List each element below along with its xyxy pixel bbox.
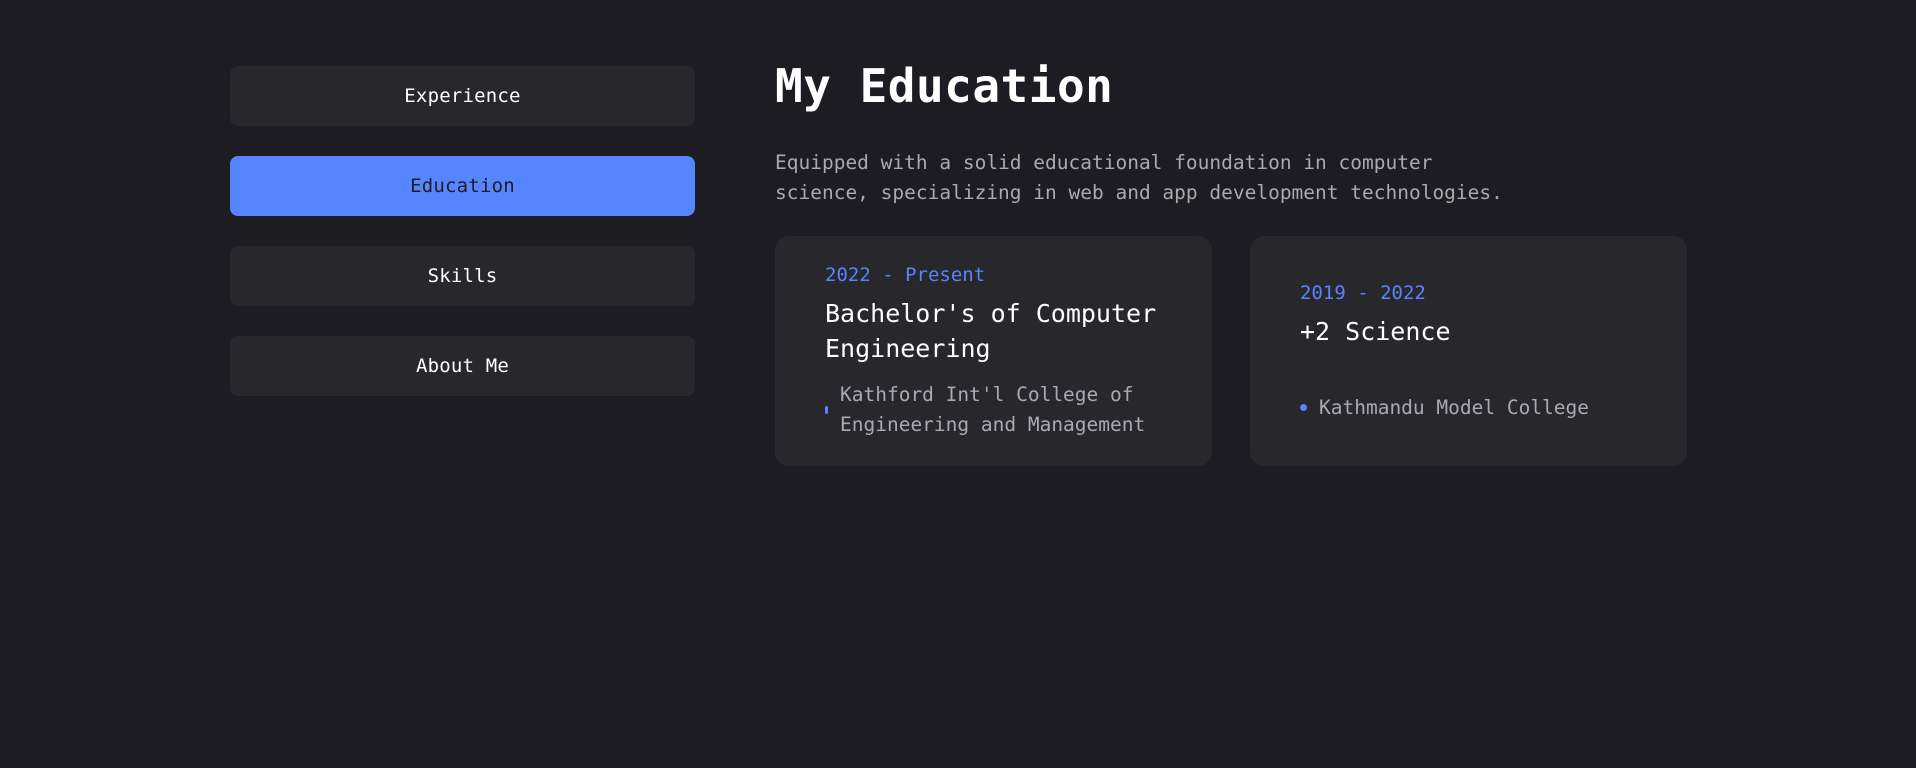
education-card: 2019 - 2022 +2 Science Kathmandu Model C… xyxy=(1250,236,1687,466)
education-card: 2022 - Present Bachelor's of Computer En… xyxy=(775,236,1212,466)
institution-name: Kathmandu Model College xyxy=(1319,395,1590,419)
bullet-icon xyxy=(825,406,828,414)
institution-name: Kathford Int'l College of Engineering an… xyxy=(840,383,1146,436)
education-institution: Kathford Int'l College of Engineering an… xyxy=(825,380,1162,440)
page-title: My Education xyxy=(775,59,1114,113)
section-description: Equipped with a solid educational founda… xyxy=(775,151,1503,204)
tab-about-me[interactable]: About Me xyxy=(230,336,695,396)
tab-experience[interactable]: Experience xyxy=(230,66,695,126)
tab-education[interactable]: Education xyxy=(230,156,695,216)
education-degree: +2 Science xyxy=(1300,316,1451,346)
tab-skills[interactable]: Skills xyxy=(230,246,695,306)
education-period: 2022 - Present xyxy=(825,264,986,286)
education-institution: Kathmandu Model College xyxy=(1300,393,1637,423)
education-degree: Bachelor's of Computer Engineering xyxy=(825,299,1157,363)
education-period: 2019 - 2022 xyxy=(1300,281,1426,304)
education-section: My Education Equipped with a solid educa… xyxy=(775,56,1695,466)
resume-page: Experience Education Skills About Me My … xyxy=(0,0,1916,768)
resume-tabs: Experience Education Skills About Me xyxy=(230,66,695,396)
bullet-icon xyxy=(1300,404,1307,411)
education-list: 2022 - Present Bachelor's of Computer En… xyxy=(775,236,1695,466)
